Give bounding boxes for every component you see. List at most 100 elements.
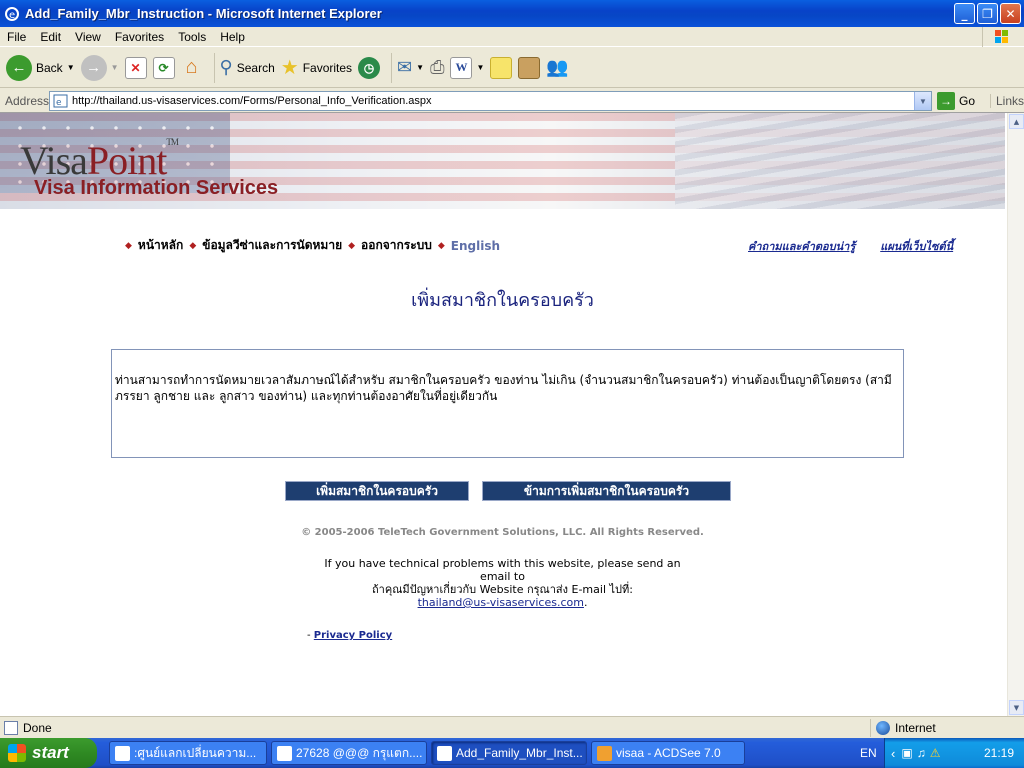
maximize-button[interactable]: ❐ [977,3,998,24]
skip-add-family-button[interactable]: ข้ามการเพิ่มสมาชิกในครอบครัว [482,481,731,501]
links-toolbar[interactable]: Links [990,94,1024,108]
mail-dropdown-icon[interactable]: ▼ [416,63,424,72]
taskbar-item[interactable]: visaa - ACDSee 7.0 [591,741,745,765]
menu-file[interactable]: File [0,30,33,44]
home-button[interactable]: ⌂ [181,52,203,84]
security-zone: Internet [870,719,936,737]
standard-toolbar: ← Back ▼ → ▼ ✕ ⟳ ⌂ ⚲ Search ★ Favorites … [0,48,1024,88]
forward-arrow-icon: → [80,54,107,81]
taskbar-item[interactable]: :ศูนย์แลกเปลี่ยนความ... [109,741,267,765]
support-email-link[interactable]: thailand@us-visaservices.com [418,596,584,609]
stop-icon: ✕ [124,56,147,79]
edit-dropdown-icon[interactable]: ▼ [476,63,484,72]
messenger-button[interactable]: 👥 [546,52,568,84]
instruction-box: ท่านสามารถทำการนัดหมายเวลาสัมภาษณ์ได้สำห… [111,349,904,458]
nav-bullet-icon: ◆ [437,240,445,251]
menu-edit[interactable]: Edit [33,30,68,44]
volume-icon[interactable]: ♫ [917,746,926,760]
address-input[interactable]: e http://thailand.us-visaservices.com/Fo… [49,91,932,111]
printer-icon: ⎙ [430,57,445,77]
task-label: 27628 @@@ กรุแตก.... [296,745,423,760]
star-icon: ★ [280,57,299,79]
windows-start-icon [8,744,26,762]
nav-bullet-icon: ◆ [189,240,197,251]
warning-icon[interactable]: ⚠ [930,746,941,760]
nav-bullet-icon: ◆ [125,240,132,251]
nav-visa-info[interactable]: ข้อมูลวีซ่าและการนัดหมาย [202,236,342,255]
menu-bar: File Edit View Favorites Tools Help [0,27,1024,47]
address-label: Address [5,93,50,108]
tray-chevron-icon[interactable]: ‹ [891,746,895,761]
menu-view[interactable]: View [68,30,108,44]
research-icon [518,56,541,79]
acdsee-task-icon [597,746,612,761]
taskbar: start :ศูนย์แลกเปลี่ยนความ... 27628 @@@ … [0,738,1024,768]
search-button[interactable]: ⚲ Search [220,52,275,84]
menu-help[interactable]: Help [213,30,252,44]
taskbar-item[interactable]: 27628 @@@ กรุแตก.... [271,741,427,765]
back-arrow-icon: ← [6,54,32,81]
back-button[interactable]: ← Back ▼ [6,52,75,84]
stop-button[interactable]: ✕ [124,52,147,84]
history-icon: ◷ [358,56,381,79]
start-label: start [32,743,69,762]
copyright-text: © 2005-2006 TeleTech Government Solution… [301,527,704,538]
address-bar: Address e http://thailand.us-visaservice… [0,89,1024,113]
close-button[interactable]: ✕ [1000,3,1021,24]
nav-logout[interactable]: ออกจากระบบ [361,236,432,255]
menu-tools[interactable]: Tools [171,30,213,44]
site-banner: VisaPointTM Visa Information Services [0,113,1005,209]
nav-home[interactable]: หน้าหลัก [138,236,183,255]
taskbar-item-active[interactable]: Add_Family_Mbr_Inst... [431,741,587,765]
status-text: Done [23,720,52,735]
nav-bullet-icon: ◆ [348,240,356,251]
svg-text:e: e [9,10,15,21]
status-bar: Done Internet [0,716,1024,738]
site-nav: ◆ หน้าหลัก ◆ ข้อมูลวีซ่าและการนัดหมาย ◆ … [125,236,500,255]
nav-english[interactable]: English [451,239,500,253]
minimize-button[interactable]: _ [954,3,975,24]
mail-button[interactable]: ✉ ▼ [397,52,424,84]
print-button[interactable]: ⎙ [430,52,444,84]
research-button[interactable] [518,52,541,84]
edit-button[interactable]: W ▼ [450,52,484,84]
forward-dropdown-icon[interactable]: ▼ [111,63,119,72]
toolbar-separator [391,52,393,83]
tech-support-en: If you have technical problems with this… [324,557,681,583]
task-label: Add_Family_Mbr_Inst... [456,746,583,760]
discuss-button[interactable] [490,52,513,84]
logo-subtitle: Visa Information Services [34,177,279,199]
scroll-up-icon[interactable]: ▲ [1009,114,1024,129]
zone-label: Internet [895,721,936,735]
go-button[interactable]: → Go [937,92,975,110]
history-button[interactable]: ◷ [358,52,381,84]
sitemap-link[interactable]: แผนที่เว็บไซต์นี้ [880,237,953,255]
menu-favorites[interactable]: Favorites [108,30,171,44]
language-indicator[interactable]: EN [860,746,877,760]
top-links: คำถามและคำตอบน่ารู้ แผนที่เว็บไซต์นี้ [748,237,953,255]
privacy-policy-link[interactable]: Privacy Policy [314,630,392,641]
messenger-icon: 👥 [546,57,569,77]
refresh-button[interactable]: ⟳ [152,52,175,84]
page-title: เพิ่มสมาชิกในครอบครัว [411,290,594,311]
window-title-bar: e Add_Family_Mbr_Instruction - Microsoft… [0,0,1024,27]
favorites-label: Favorites [302,60,353,75]
task-label: visaa - ACDSee 7.0 [616,746,721,760]
forward-button[interactable]: → ▼ [80,52,119,84]
faq-link[interactable]: คำถามและคำตอบน่ารู้ [748,237,855,255]
start-button[interactable]: start [0,738,97,768]
svg-text:e: e [56,98,62,108]
tech-support-text: If you have technical problems with this… [310,557,695,609]
page-done-icon [4,720,18,735]
address-url: http://thailand.us-visaservices.com/Form… [72,95,432,107]
window-title: Add_Family_Mbr_Instruction - Microsoft I… [25,6,382,21]
back-dropdown-icon[interactable]: ▼ [67,63,75,72]
address-dropdown-icon[interactable]: ▼ [914,92,931,110]
flag-decoration [675,113,1005,209]
refresh-icon: ⟳ [152,56,175,79]
scroll-down-icon[interactable]: ▼ [1009,700,1024,715]
favorites-button[interactable]: ★ Favorites [281,52,352,84]
vertical-scrollbar[interactable]: ▲ ▼ [1007,113,1024,716]
network-icon[interactable]: ▣ [901,746,912,760]
add-family-member-button[interactable]: เพิ่มสมาชิกในครอบครัว [285,481,469,501]
